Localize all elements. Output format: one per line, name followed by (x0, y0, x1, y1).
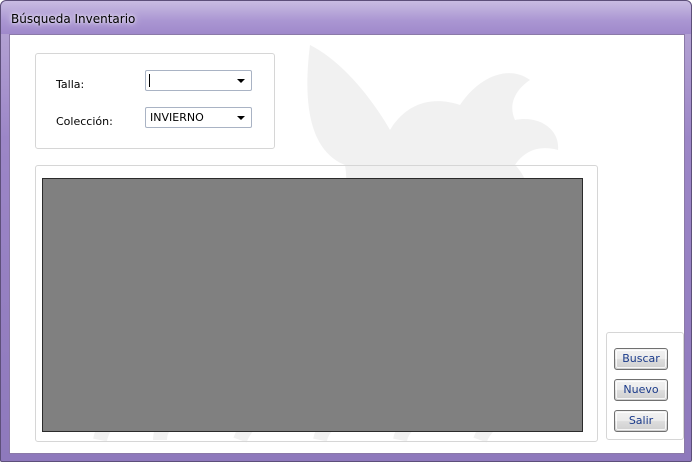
filter-groupbox (35, 53, 275, 149)
coleccion-label: Colección: (56, 115, 113, 128)
nuevo-button[interactable]: Nuevo (614, 379, 668, 401)
salir-label: Salir (628, 414, 654, 427)
salir-button[interactable]: Salir (614, 410, 668, 432)
results-grid[interactable] (42, 178, 583, 432)
title-bar[interactable]: Búsqueda Inventario (1, 1, 691, 34)
search-inventory-window: Búsqueda Inventario Talla: Colección: IN… (0, 0, 692, 462)
window-title: Búsqueda Inventario (11, 12, 136, 26)
nuevo-label: Nuevo (623, 383, 659, 396)
chevron-down-icon[interactable] (237, 79, 245, 83)
chevron-down-icon[interactable] (237, 116, 245, 120)
talla-combobox[interactable] (145, 70, 252, 91)
buscar-label: Buscar (622, 352, 660, 365)
talla-label: Talla: (56, 78, 85, 91)
buscar-button[interactable]: Buscar (614, 348, 668, 370)
window-client-area: Talla: Colección: INVIERNO Buscar Nuevo … (9, 34, 685, 454)
coleccion-value: INVIERNO (150, 111, 204, 124)
coleccion-combobox[interactable]: INVIERNO (145, 107, 252, 128)
text-cursor (149, 74, 150, 87)
